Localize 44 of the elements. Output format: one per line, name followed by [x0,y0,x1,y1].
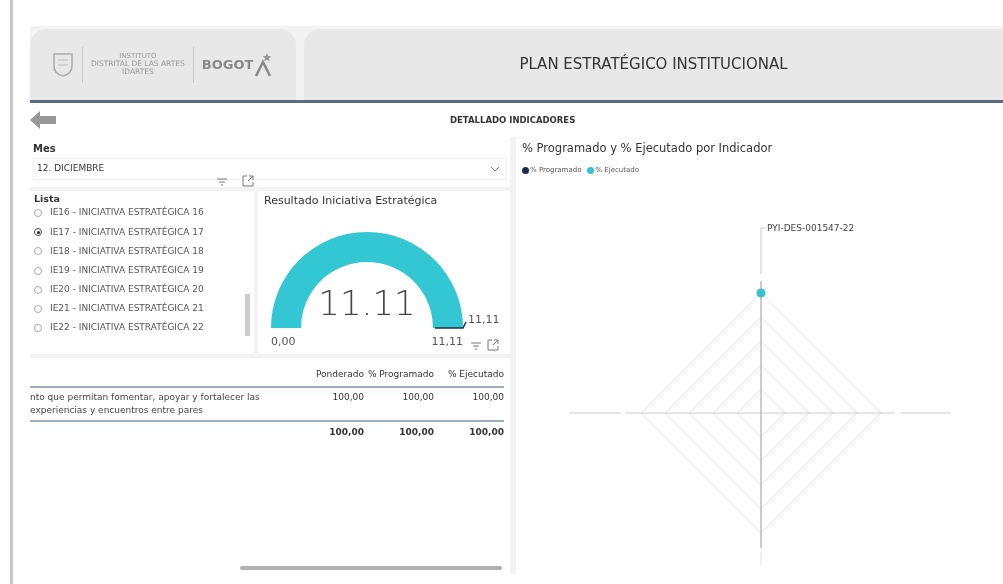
column-header: % Programado [366,368,434,381]
back-arrow-icon[interactable] [30,111,56,129]
total-cell-text: 100,00 [328,425,364,439]
data-point [756,288,766,298]
list-option[interactable]: IE21 - INICIATIVA ESTRATÉGICA 21 [34,299,234,319]
total-cell-text: 100,00 [468,425,504,439]
list-option[interactable]: IE17 - INICIATIVA ESTRATÉGICA 17 [34,222,234,242]
table-cell-text: nto que permitan fomentar, apoyar y fortalecer las [30,390,261,404]
gauge-title: Resultado Iniciativa Estratégica [264,193,439,209]
list-option[interactable]: IE20 - INICIATIVA ESTRATÉGICA 20 [34,280,234,300]
total-cell-text: 100,00 [398,425,434,439]
table-cell-text: experiencias y encuentros entre pares [30,403,204,417]
month-dropdown[interactable]: 12. DICIEMBRE [33,158,507,180]
expand-icon[interactable] [487,339,499,351]
table-cell-text: 100,00 [471,390,504,404]
filter-icon[interactable] [470,341,482,351]
expand-icon[interactable] [242,175,254,187]
table-cell-text: 100,00 [401,390,434,404]
gauge-min: 0,00 [271,334,296,348]
list-option[interactable]: IE19 - INICIATIVA ESTRATÉGICA 19 [34,261,234,281]
gauge-max: 11,11 [431,334,463,348]
list-option[interactable]: IE22 - INICIATIVA ESTRATÉGICA 22 [34,318,234,338]
target-line-icon [434,320,467,329]
logo-text: BOGOT [201,55,254,74]
axis-label: PYI-DES-001547-22 [767,222,855,233]
scrollbar[interactable] [240,566,502,570]
filter-icon[interactable] [216,177,228,187]
shield-icon [52,51,74,78]
chevron-down-icon [490,166,500,172]
logo-star-icon [253,51,274,78]
scrollbar[interactable] [245,294,250,336]
page-title: PLAN ESTRATÉGICO INSTITUCIONAL [519,53,788,76]
column-header: % Ejecutado [446,368,504,381]
leader-line [760,227,766,275]
column-header: Ponderado [315,368,364,381]
section-title: DETALLADO INDICADORES [450,113,576,127]
slicer-label: Lista [34,194,61,204]
list-option[interactable]: IE18 - INICIATIVA ESTRATÉGICA 18 [34,241,234,262]
list-option[interactable]: IE16 - INICIATIVA ESTRATÉGICA 16 [34,203,234,223]
gauge-target: 11,11 [468,312,500,326]
chart-title: % Programado y % Ejecutado por Indicador [522,140,774,157]
table-cell-text: 100,00 [331,390,364,404]
slicer-label: Mes [33,142,57,156]
gauge-value: 11.11 [318,282,416,323]
